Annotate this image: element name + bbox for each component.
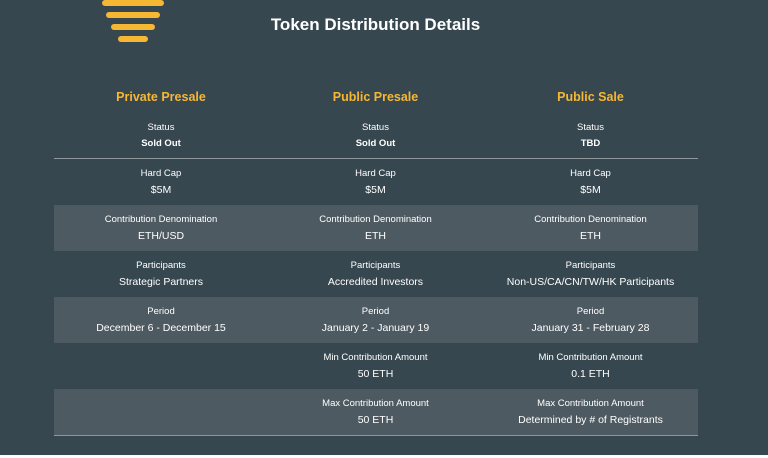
page-title-text: Token Distribution Details — [270, 15, 481, 34]
table-cell: Hard Cap $5M — [54, 168, 268, 196]
cell-value: 0.1 ETH — [571, 368, 610, 380]
table-cell: Period December 6 - December 15 — [54, 306, 268, 334]
cell-value: Sold Out — [141, 137, 181, 149]
table-cell: Period January 2 - January 19 — [268, 306, 483, 334]
table-row-hard-cap: Hard Cap $5M Hard Cap $5M Hard Cap $5M — [54, 159, 698, 205]
table-row-max-contribution: Max Contribution Amount 50 ETH Max Contr… — [54, 389, 698, 435]
table-row-min-contribution: Min Contribution Amount 50 ETH Min Contr… — [54, 343, 698, 389]
cell-label: Hard Cap — [570, 168, 611, 179]
cell-value: Strategic Partners — [118, 276, 204, 288]
table-cell: Contribution Denomination ETH — [268, 214, 483, 242]
table-cell: Status Sold Out — [54, 122, 268, 149]
cell-label: Period — [147, 306, 175, 317]
cell-value: $5M — [580, 184, 601, 196]
cell-value: Sold Out — [355, 137, 396, 149]
table-cell: Contribution Denomination ETH/USD — [54, 214, 268, 242]
cell-value: $5M — [150, 184, 172, 196]
table-cell: Max Contribution Amount Determined by # … — [483, 398, 698, 426]
cell-label: Min Contribution Amount — [538, 352, 643, 363]
table-cell: Min Contribution Amount 0.1 ETH — [483, 352, 698, 380]
cell-value: ETH — [580, 230, 601, 242]
cell-label: Participants — [565, 260, 616, 271]
cell-label: Contribution Denomination — [534, 214, 647, 225]
cell-label: Contribution Denomination — [104, 214, 218, 225]
column-heading-public-sale: Public Sale — [557, 90, 624, 104]
cell-value: January 2 - January 19 — [321, 322, 430, 334]
table-cell: Max Contribution Amount 50 ETH — [268, 398, 483, 426]
cell-label: Hard Cap — [355, 168, 396, 179]
cell-value: TBD — [580, 137, 601, 149]
cell-label: Min Contribution Amount — [323, 352, 428, 363]
divider — [54, 435, 698, 436]
cell-label: Hard Cap — [140, 168, 182, 179]
column-heading-public-presale: Public Presale — [332, 90, 419, 104]
table-cell: Min Contribution Amount 50 ETH — [268, 352, 483, 380]
table-cell: Status Sold Out — [268, 122, 483, 149]
table-cell: Participants Accredited Investors — [268, 260, 483, 288]
cell-value: $5M — [365, 184, 386, 196]
table-cell: Participants Non-US/CA/CN/TW/HK Particip… — [483, 260, 698, 288]
cell-value: ETH/USD — [137, 230, 185, 242]
cell-label: Status — [147, 121, 175, 133]
cell-label: Period — [576, 306, 605, 317]
table-cell: Participants Strategic Partners — [54, 260, 268, 288]
table-cell: Contribution Denomination ETH — [483, 214, 698, 242]
table-row-status: Status Sold Out Status Sold Out Status T… — [54, 112, 698, 158]
cell-value: 50 ETH — [357, 368, 394, 380]
cell-label: Max Contribution Amount — [537, 398, 644, 409]
cell-value: Accredited Investors — [327, 276, 424, 288]
table-cell: Period January 31 - February 28 — [483, 306, 698, 334]
table-row-participants: Participants Strategic Partners Particip… — [54, 251, 698, 297]
cell-value: 50 ETH — [357, 414, 394, 426]
cell-label: Status — [362, 121, 389, 133]
column-heading-private-presale: Private Presale — [116, 90, 206, 104]
page-title: Token Distribution Details — [0, 15, 768, 35]
cell-label: Max Contribution Amount — [322, 398, 429, 409]
table-cell: Hard Cap $5M — [268, 168, 483, 196]
table-cell: Status TBD — [483, 122, 698, 149]
table-row-contribution-denomination: Contribution Denomination ETH/USD Contri… — [54, 205, 698, 251]
cell-label: Status — [577, 121, 604, 133]
cell-label: Participants — [136, 260, 186, 271]
token-distribution-table: Private Presale Public Presale Public Sa… — [54, 82, 698, 436]
cell-value: December 6 - December 15 — [96, 322, 226, 334]
cell-value: Determined by # of Registrants — [518, 414, 663, 426]
table-row-period: Period December 6 - December 15 Period J… — [54, 297, 698, 343]
cell-label: Contribution Denomination — [319, 214, 432, 225]
cell-value: ETH — [365, 230, 386, 242]
table-cell: Hard Cap $5M — [483, 168, 698, 196]
cell-value: Non-US/CA/CN/TW/HK Participants — [506, 276, 675, 288]
cell-value: January 31 - February 28 — [531, 322, 650, 334]
cell-label: Participants — [350, 260, 401, 271]
table-header-row: Private Presale Public Presale Public Sa… — [54, 82, 698, 112]
cell-label: Period — [361, 306, 390, 317]
